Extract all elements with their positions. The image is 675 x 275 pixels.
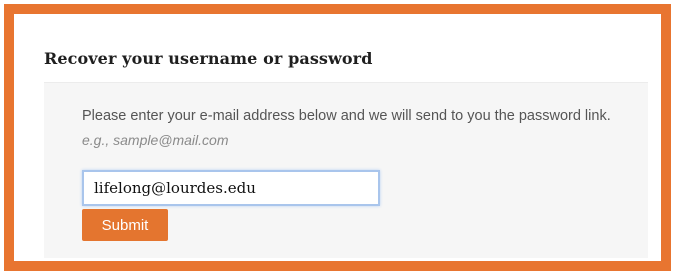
page-title: Recover your username or password bbox=[44, 49, 373, 68]
instructions-text: Please enter your e-mail address below a… bbox=[82, 108, 611, 124]
submit-button[interactable]: Submit bbox=[82, 209, 168, 241]
orange-frame: Recover your username or password Please… bbox=[4, 4, 671, 271]
email-example-hint: e.g., sample@mail.com bbox=[82, 132, 229, 148]
recover-form-panel: Please enter your e-mail address below a… bbox=[44, 82, 648, 258]
email-field[interactable] bbox=[82, 170, 380, 206]
recover-card: Recover your username or password Please… bbox=[17, 17, 658, 258]
